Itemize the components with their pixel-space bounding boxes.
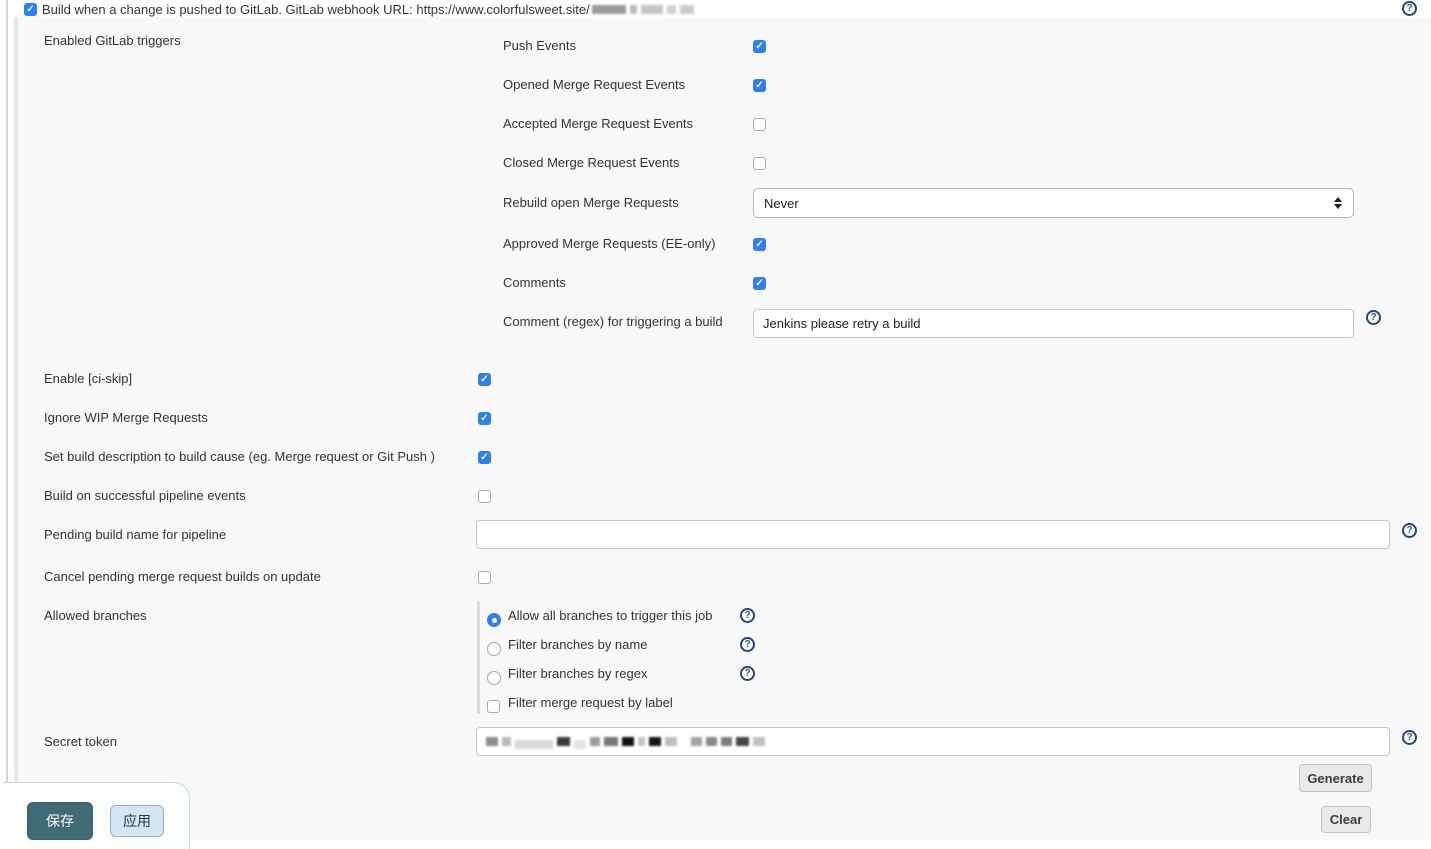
push-events-label: Push Events (503, 38, 576, 54)
cancel-pending-checkbox[interactable] (478, 571, 491, 584)
pipeline-events-label: Build on successful pipeline events (44, 488, 246, 504)
opened-mr-events-label: Opened Merge Request Events (503, 77, 685, 93)
gitlab-trigger-panel (14, 17, 1431, 840)
closed-mr-events-label: Closed Merge Request Events (503, 155, 679, 171)
help-icon[interactable] (1402, 523, 1417, 538)
redacted-webhook-path (592, 5, 694, 14)
select-spinner-icon (1334, 197, 1342, 209)
build-description-label: Set build description to build cause (eg… (44, 449, 435, 465)
help-icon[interactable] (740, 608, 755, 623)
ci-skip-label: Enable [ci-skip] (44, 371, 132, 387)
help-icon[interactable] (740, 666, 755, 681)
pipeline-events-checkbox[interactable] (478, 490, 491, 503)
filter-branches-name-label: Filter branches by name (508, 637, 647, 653)
approved-mr-label: Approved Merge Requests (EE-only) (503, 236, 715, 252)
help-icon[interactable] (740, 637, 755, 652)
secret-token-label: Secret token (44, 734, 117, 750)
accepted-mr-events-label: Accepted Merge Request Events (503, 116, 693, 132)
section-left-rule (6, 0, 8, 849)
radio-group-bar (477, 601, 480, 714)
comment-regex-label: Comment (regex) for triggering a build (503, 314, 723, 330)
header-row: Build when a change is pushed to GitLab.… (42, 2, 694, 17)
ignore-wip-checkbox[interactable] (478, 412, 491, 425)
redacted-secret-token (486, 734, 765, 749)
allow-all-branches-label: Allow all branches to trigger this job (508, 608, 713, 624)
approved-mr-checkbox[interactable] (753, 238, 766, 251)
generate-button[interactable]: Generate (1299, 764, 1372, 792)
clear-button[interactable]: Clear (1321, 806, 1371, 833)
comments-label: Comments (503, 275, 566, 291)
pending-build-name-label: Pending build name for pipeline (44, 527, 226, 543)
help-icon[interactable] (1402, 1, 1417, 16)
header-title: Build when a change is pushed to GitLab.… (42, 2, 590, 18)
comment-regex-input[interactable] (753, 309, 1354, 338)
comments-checkbox[interactable] (753, 277, 766, 290)
help-icon[interactable] (1366, 310, 1381, 325)
build-on-push-checkbox[interactable] (24, 3, 37, 16)
apply-button[interactable]: 应用 (110, 805, 164, 837)
accepted-mr-events-checkbox[interactable] (753, 118, 766, 131)
push-events-checkbox[interactable] (753, 40, 766, 53)
ignore-wip-label: Ignore WIP Merge Requests (44, 410, 208, 426)
rebuild-open-mr-selected-value: Never (764, 196, 799, 211)
opened-mr-events-checkbox[interactable] (753, 79, 766, 92)
rebuild-open-mr-label: Rebuild open Merge Requests (503, 195, 679, 211)
cancel-pending-label: Cancel pending merge request builds on u… (44, 569, 321, 585)
save-button[interactable]: 保存 (27, 802, 93, 840)
allow-all-branches-radio[interactable] (487, 613, 501, 627)
closed-mr-events-checkbox[interactable] (753, 157, 766, 170)
help-icon[interactable] (1402, 730, 1417, 745)
filter-mr-by-label-checkbox[interactable] (487, 700, 500, 713)
ci-skip-checkbox[interactable] (478, 373, 491, 386)
filter-mr-by-label-label: Filter merge request by label (508, 695, 673, 711)
filter-branches-name-radio[interactable] (487, 642, 501, 656)
filter-branches-regex-radio[interactable] (487, 671, 501, 685)
gitlab-trigger-config-page: Build when a change is pushed to GitLab.… (0, 0, 1431, 849)
build-description-checkbox[interactable] (478, 451, 491, 464)
allowed-branches-label: Allowed branches (44, 608, 147, 624)
triggers-section-label: Enabled GitLab triggers (44, 33, 181, 49)
secret-token-input[interactable] (476, 727, 1390, 756)
rebuild-open-mr-select[interactable]: Never (753, 188, 1354, 218)
pending-build-name-input[interactable] (476, 520, 1390, 549)
filter-branches-regex-label: Filter branches by regex (508, 666, 647, 682)
